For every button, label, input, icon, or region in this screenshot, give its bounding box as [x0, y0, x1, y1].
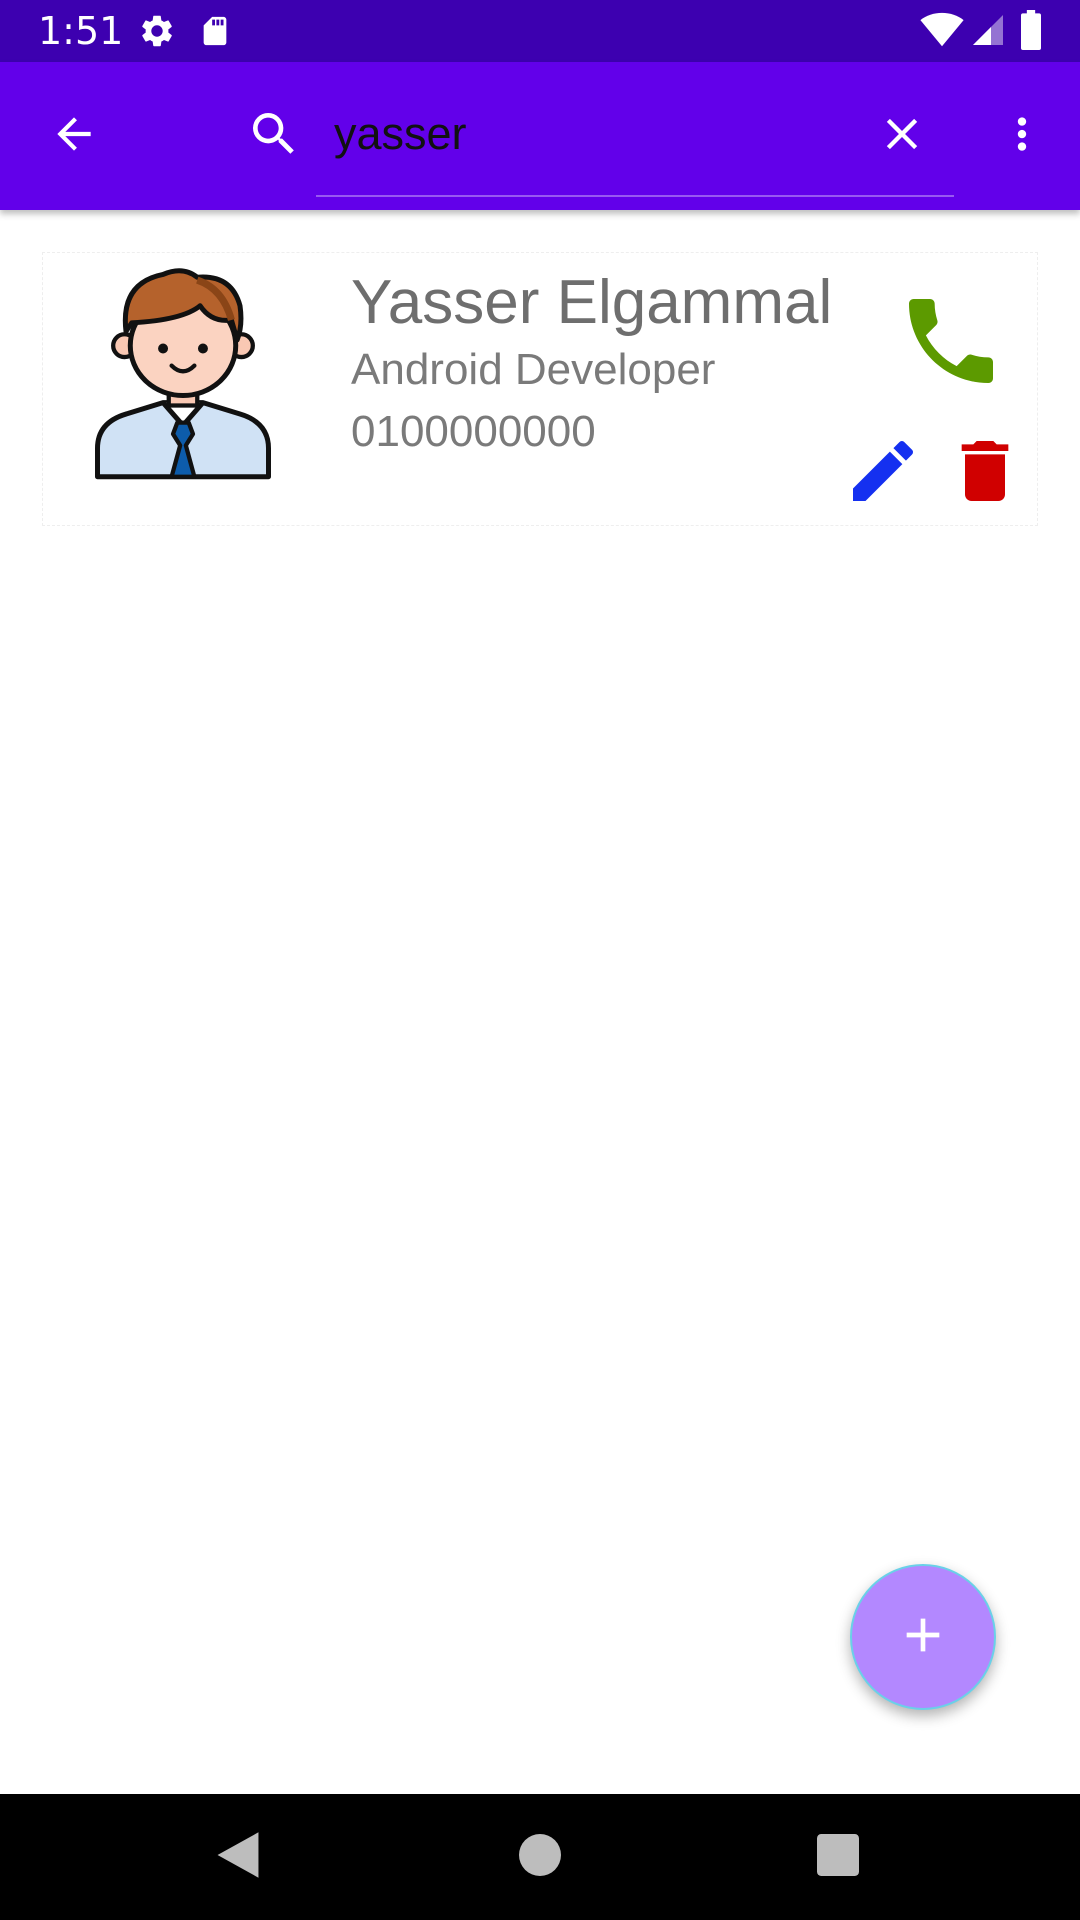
back-button[interactable] [34, 96, 114, 176]
nav-home-button[interactable] [500, 1817, 580, 1897]
recents-square-icon [817, 1833, 859, 1881]
back-triangle-icon [215, 1830, 261, 1885]
nav-back-button[interactable] [198, 1817, 278, 1897]
nav-recents-button[interactable] [798, 1817, 878, 1897]
delete-button[interactable] [945, 433, 1025, 513]
phone-icon [895, 285, 1007, 402]
delete-icon [945, 431, 1025, 516]
arrow-back-icon [49, 109, 99, 164]
overflow-menu-button[interactable] [982, 96, 1062, 176]
add-contact-fab[interactable] [850, 1564, 996, 1710]
search-icon [246, 106, 302, 167]
search-icon-wrapper [234, 96, 314, 176]
more-vert-icon [997, 109, 1047, 164]
signal-icon [970, 12, 1006, 53]
search-input[interactable] [316, 104, 836, 164]
contact-phone-number: 0100000000 [351, 407, 596, 456]
call-button[interactable] [891, 283, 1011, 403]
sd-card-icon [198, 12, 232, 55]
edit-button[interactable] [843, 433, 923, 513]
man-avatar [83, 263, 283, 491]
contact-job-title: Android Developer [351, 345, 716, 394]
edit-icon [843, 431, 923, 516]
search-underline [316, 195, 954, 197]
system-nav-bar [0, 1794, 1080, 1920]
gear-icon [138, 12, 176, 55]
contact-name: Yasser Elgammal [351, 268, 833, 337]
add-icon [895, 1607, 951, 1668]
contact-card[interactable]: Yasser Elgammal Android Developer 010000… [42, 252, 1038, 526]
wifi-icon [920, 12, 964, 53]
status-bar: 1:51 [0, 0, 1080, 62]
battery-icon [1020, 10, 1042, 55]
search-toolbar [0, 62, 1080, 210]
clear-search-button[interactable] [862, 96, 942, 176]
status-time: 1:51 [38, 9, 124, 53]
close-icon [876, 108, 928, 165]
home-circle-icon [519, 1833, 561, 1881]
